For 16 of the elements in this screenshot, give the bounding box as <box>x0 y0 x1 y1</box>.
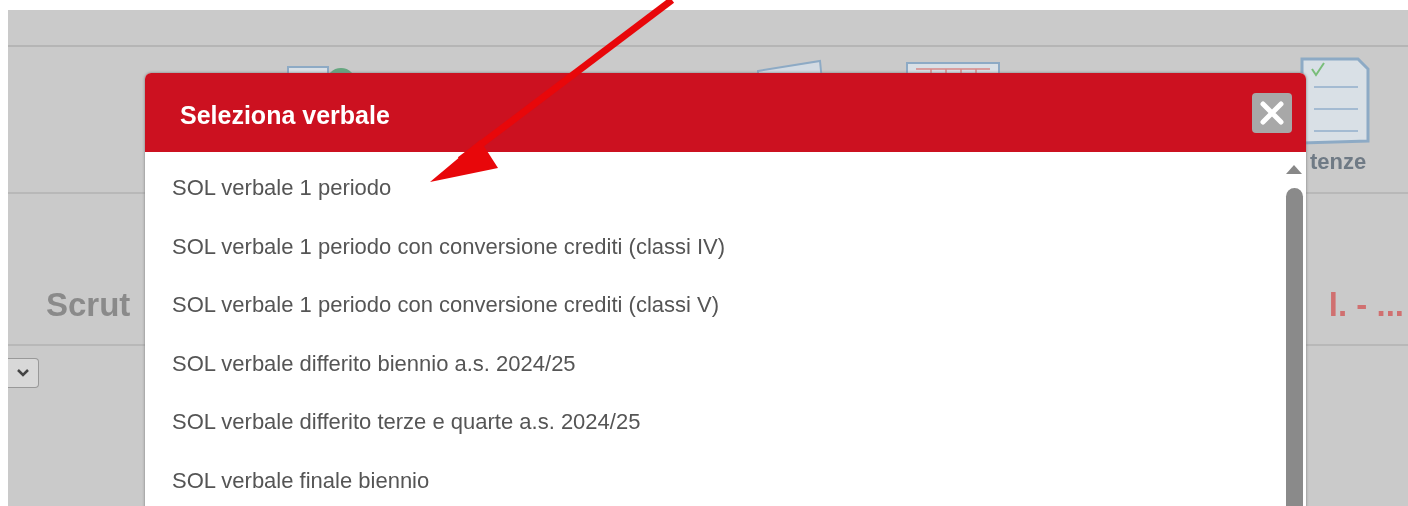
list-item[interactable]: SOL verbale 1 periodo con conversione crediti (classi IV) <box>145 217 1282 276</box>
close-button[interactable] <box>1252 92 1292 133</box>
scrollbar-thumb[interactable] <box>1285 188 1303 506</box>
list-item[interactable]: SOL verbale differito biennio a.s. 2024/25 <box>145 334 1282 393</box>
list-item[interactable]: SOL verbale finale biennio <box>145 451 1282 506</box>
list-item[interactable]: SOL verbale differito terze e quarte a.s. 2024/25 <box>145 393 1282 452</box>
list-item[interactable]: SOL verbale 1 periodo <box>145 159 1282 218</box>
scroll-up-icon[interactable] <box>1286 164 1302 174</box>
chevron-down-icon <box>17 369 29 377</box>
dialog-title: Seleziona verbale <box>180 100 390 130</box>
list-item[interactable]: SOL verbale 1 periodo con conversione crediti (classi V) <box>145 276 1282 335</box>
checklist-icon[interactable] <box>1300 57 1370 147</box>
class-title: l. - ... <box>1328 286 1404 324</box>
close-icon <box>1260 100 1284 125</box>
select-dropdown[interactable] <box>8 358 39 388</box>
page-heading: Scrut <box>46 286 131 324</box>
